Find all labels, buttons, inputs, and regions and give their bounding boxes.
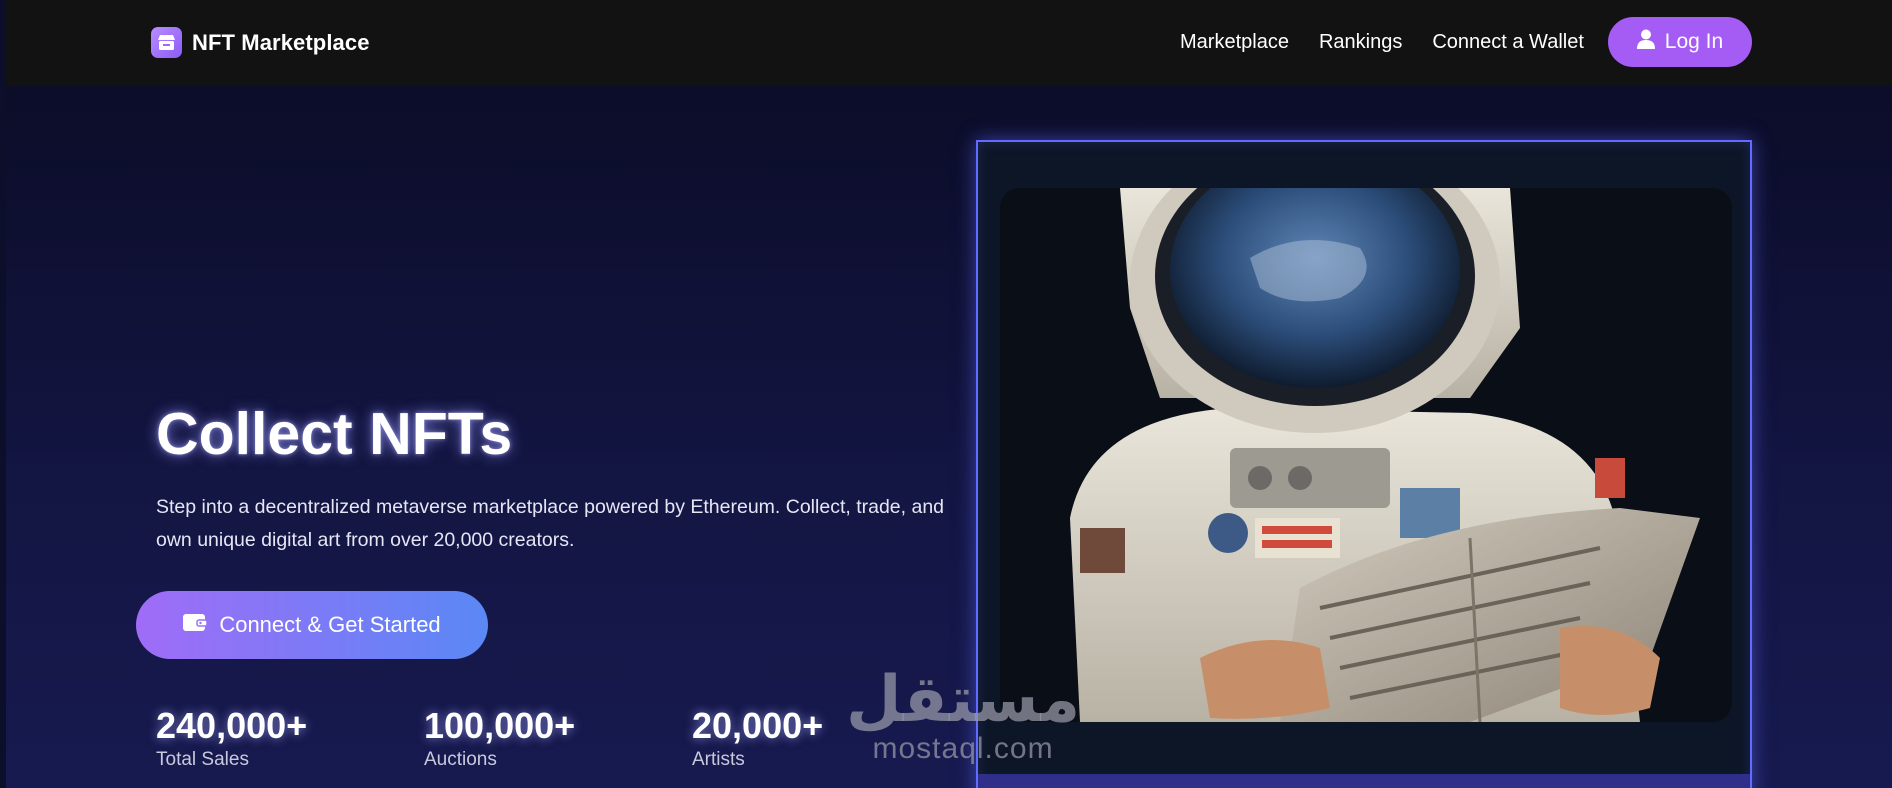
watermark-arabic: مستقل xyxy=(846,663,1081,737)
brand-name: NFT Marketplace xyxy=(192,29,370,55)
stat-label: Artists xyxy=(692,749,745,770)
storefront-icon xyxy=(151,27,182,58)
wallet-icon xyxy=(183,612,209,638)
stat-label: Total Sales xyxy=(156,749,249,770)
astronaut-artwork-image xyxy=(1000,188,1732,722)
brand-link[interactable]: NFT Marketplace xyxy=(151,27,370,58)
login-button[interactable]: Log In xyxy=(1608,17,1752,67)
hero-description: Step into a decentralized metaverse mark… xyxy=(156,496,945,551)
watermark-latin: mostaql.com xyxy=(872,732,1054,765)
nav-link-connect-wallet[interactable]: Connect a Wallet xyxy=(1432,31,1584,54)
nav-link-marketplace[interactable]: Marketplace xyxy=(1180,31,1289,54)
top-navbar: NFT Marketplace Marketplace Rankings Con… xyxy=(6,0,1892,86)
cta-label: Connect & Get Started xyxy=(219,612,441,637)
nav-link-rankings[interactable]: Rankings xyxy=(1319,31,1402,54)
login-label: Log In xyxy=(1664,30,1724,53)
stat-artists: 20,000+ Artists xyxy=(692,705,823,771)
main-nav: Marketplace Rankings Connect a Wallet xyxy=(1180,31,1584,54)
stat-total-sales: 240,000+ Total Sales xyxy=(156,705,307,771)
stat-value: 240,000+ xyxy=(156,705,308,746)
card-bottom-bar xyxy=(978,774,1750,788)
connect-get-started-button[interactable]: Connect & Get Started xyxy=(136,591,488,659)
featured-nft-card[interactable] xyxy=(976,140,1752,788)
stat-label: Auctions xyxy=(424,749,497,770)
stat-auctions: 100,000+ Auctions xyxy=(424,705,575,771)
stat-value: 100,000+ xyxy=(424,705,576,746)
page: NFT Marketplace Marketplace Rankings Con… xyxy=(6,0,1892,788)
user-icon xyxy=(1636,29,1655,55)
hero-title: Collect NFTs xyxy=(156,401,513,467)
mostaql-watermark: مستقل mostaql.com xyxy=(846,668,1080,766)
stat-value: 20,000+ xyxy=(692,705,824,746)
